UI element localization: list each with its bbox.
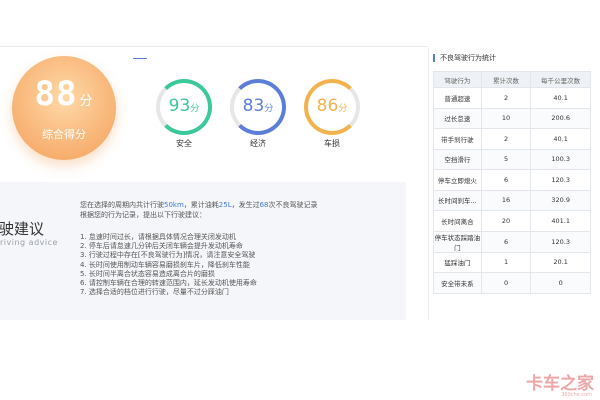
total-cell: 2	[480, 87, 532, 109]
rate-cell: 120.3	[530, 230, 591, 253]
advice-item: 3. 行驶过程中存在[不良驾驶行为]情况，请注意安全驾驶	[80, 251, 256, 260]
advice-item: 7. 选择合适的档位进行行驶，尽量不过分踩油门	[80, 288, 229, 297]
rate-cell: 401.1	[530, 210, 591, 232]
col-header-behavior: 驾驶行为	[433, 71, 482, 88]
total-cell: 6	[480, 230, 532, 253]
wear-score-value: 86	[316, 96, 339, 116]
behavior-cell: 空挡滑行	[433, 148, 482, 170]
rate-cell: 100.3	[530, 148, 591, 170]
advice-summary: 您在选择的周期内共计行驶50km，累计油耗25L，发生过68次不良驾驶记录 根据…	[80, 200, 400, 220]
economy-score-value: 83	[242, 96, 265, 116]
behavior-cell: 长时间刹车...	[433, 189, 482, 211]
col-header-per-1000km: 每千公里次数	[530, 71, 591, 88]
rate-cell: 200.6	[530, 107, 591, 129]
table-row: 停车立即熄火 6 120.3	[433, 169, 591, 191]
total-cell: 20	[480, 210, 532, 232]
total-cell: 5	[480, 148, 532, 170]
table-row: 猛踩油门 1 20.1	[433, 251, 591, 273]
advice-item: 4. 长时间使用制动车辆容易磨损刹车片，降低刹车性能	[80, 260, 250, 269]
table-row: 长时间离合 20 401.1	[433, 210, 591, 232]
table-header-row: 驾驶行为 累计次数 每千公里次数	[433, 71, 591, 88]
overall-score-label: 综合得分	[42, 128, 86, 141]
behavior-cell: 猛踩油门	[433, 251, 482, 273]
rate-cell: 320.9	[530, 189, 591, 211]
behavior-cell: 安全带未系	[433, 272, 482, 294]
overall-score-badge: 88 分 综合得分	[12, 56, 116, 160]
rate-cell: 120.3	[530, 169, 591, 191]
table-row: 普通超速 2 40.1	[433, 87, 591, 109]
total-cell: 0	[480, 272, 532, 294]
driving-advice-panel: 驾驶建议 riving advice 您在选择的周期内共计行驶50km，累计油耗…	[0, 182, 406, 320]
advice-item: 6. 请控制车辆在合理的转速范围内，延长发动机使用寿命	[80, 279, 257, 288]
behavior-cell: 带手刹行驶	[433, 128, 482, 150]
summary-mid2: ，发生过	[231, 201, 260, 209]
rate-cell: 40.1	[530, 87, 591, 109]
bad-behavior-stats-panel: 不良驾驶行为统计 驾驶行为 累计次数 每千公里次数 普通超速 2 40.1 过长怠速…	[428, 48, 596, 320]
overall-score-value: 88	[34, 74, 78, 114]
safety-score-value: 93	[168, 96, 191, 116]
table-row: 停车状态踩踏油门 6 120.3	[433, 230, 591, 253]
economy-score-unit: 分	[264, 104, 274, 114]
rate-cell: 0	[530, 272, 591, 294]
advice-item: 1. 怠速时间过长，请根据具体情况合理关闭发动机	[80, 233, 236, 241]
rate-cell: 40.1	[530, 128, 591, 150]
table-row: 长时间刹车... 16 320.9	[433, 189, 591, 211]
safety-score-label: 安全	[176, 139, 192, 148]
total-cell: 6	[480, 169, 532, 191]
advice-item: 5. 长时间半离合状态容易造成离合片的磨损	[80, 269, 215, 278]
stats-table: 驾驶行为 累计次数 每千公里次数 普通超速 2 40.1 过长怠速 10 200.6 带…	[433, 71, 591, 294]
active-indicator	[133, 58, 147, 59]
wear-score-label: 车损	[324, 139, 340, 148]
economy-score-ring: 83分	[230, 79, 286, 135]
table-row: 过长怠速 10 200.6	[433, 107, 591, 129]
total-cell: 2	[480, 128, 532, 150]
economy-score-label: 经济	[250, 139, 266, 148]
behavior-cell: 过长怠速	[433, 107, 482, 129]
mileage-value: 50km	[164, 201, 184, 209]
col-header-total: 累计次数	[480, 71, 532, 88]
summary-line2: 根据您的行为记录，提出以下行驶建议：	[80, 211, 206, 219]
divider	[0, 46, 428, 47]
rate-cell: 20.1	[530, 251, 591, 273]
overall-score: 88 分	[12, 74, 116, 114]
behavior-cell: 普通超速	[433, 87, 482, 109]
driving-report-page: 88分 综合得分 93分 安全 83分 经济 86分 车损 驾驶建议 rivin…	[0, 0, 600, 400]
total-cell: 1	[480, 251, 532, 273]
summary-suffix: 次不良驾驶记录	[268, 201, 318, 209]
watermark-logo: 卡车之家	[526, 374, 594, 394]
table-row: 空挡滑行 5 100.3	[433, 148, 591, 170]
safety-score-unit: 分	[190, 104, 200, 114]
behavior-cell: 停车状态踩踏油门	[433, 230, 482, 253]
total-cell: 10	[480, 107, 532, 129]
advice-list: 1. 怠速时间过长，请根据具体情况合理关闭发动机 2. 停车后请怠速几分钟后关闭…	[80, 233, 400, 297]
watermark-url: 360che.com	[561, 392, 592, 398]
advice-title: 驾驶建议	[0, 220, 45, 238]
behavior-cell: 长时间离合	[433, 210, 482, 232]
summary-mid1: ，累计油耗	[183, 201, 219, 209]
wear-score-ring: 86分	[304, 79, 360, 135]
fuel-value: 25L	[218, 201, 232, 209]
safety-score-ring: 93分	[156, 79, 212, 135]
wear-score-unit: 分	[338, 104, 348, 114]
overall-score-unit: 分	[79, 94, 94, 109]
total-cell: 16	[480, 189, 532, 211]
summary-prefix: 您在选择的周期内共计行驶	[80, 201, 164, 209]
table-row: 安全带未系 0 0	[433, 272, 591, 294]
score-section: 88 分 综合得分 93分 安全 83分 经济 86分 车损	[0, 0, 428, 182]
advice-subtitle: riving advice	[0, 238, 58, 247]
table-row: 带手刹行驶 2 40.1	[433, 128, 591, 150]
stats-title: 不良驾驶行为统计	[433, 54, 496, 62]
behavior-cell: 停车立即熄火	[433, 169, 482, 191]
bad-record-count: 68	[259, 201, 269, 209]
